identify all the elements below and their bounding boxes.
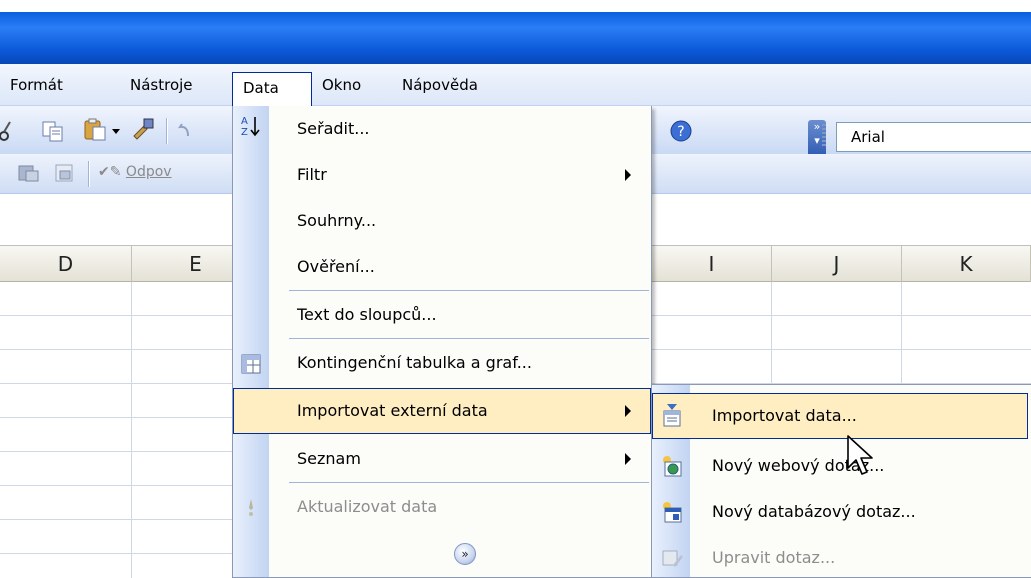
import-external-data-submenu: Importovat data... Nový webový dotaz... … <box>651 384 1031 578</box>
menu-napoveda[interactable]: Nápověda <box>398 74 482 98</box>
menu-item-label: Souhrny... <box>297 211 377 230</box>
data-menu: A Z Seřadit... Filtr Souhrny... Ověření.… <box>232 106 652 578</box>
menu-separator <box>289 338 649 339</box>
expand-menu-chevron-icon[interactable]: » <box>454 543 476 565</box>
submenu-item-novy-webovy-dotaz[interactable]: Nový webový dotaz... <box>652 443 1030 489</box>
import-data-icon <box>663 404 681 427</box>
menu-item-kontingencni-tabulka[interactable]: Kontingenční tabulka a graf... <box>233 340 651 386</box>
reply-changes-icon: ✔✎ <box>98 164 122 180</box>
edit-query-icon <box>662 550 683 567</box>
database-query-icon <box>663 502 682 523</box>
web-query-icon <box>663 456 682 477</box>
submenu-item-label: Importovat data... <box>712 406 857 425</box>
submenu-item-label: Upravit dotaz... <box>712 548 836 567</box>
menu-item-seznam[interactable]: Seznam <box>233 436 651 482</box>
column-header-i[interactable]: I <box>652 246 772 282</box>
protect-sheet-icon[interactable] <box>52 161 78 187</box>
copy-icon[interactable] <box>40 118 66 144</box>
font-name-field[interactable]: Arial <box>836 122 1031 152</box>
mouse-pointer-icon <box>847 435 873 475</box>
menu-item-label: Aktualizovat data <box>297 497 438 516</box>
column-header-d[interactable]: D <box>0 246 132 282</box>
help-icon[interactable]: ? <box>668 118 694 144</box>
menu-item-importovat-externi-data[interactable]: Importovat externí data <box>233 388 651 434</box>
menu-separator <box>289 290 649 291</box>
svg-text:Z: Z <box>241 127 248 138</box>
paste-dropdown-icon[interactable] <box>110 118 122 144</box>
refresh-icon <box>249 499 253 516</box>
menu-item-label: Kontingenční tabulka a graf... <box>297 353 532 372</box>
submenu-arrow-icon <box>625 169 631 181</box>
menu-okno[interactable]: Okno <box>318 74 365 98</box>
grid-column-line <box>131 282 132 578</box>
column-header-k[interactable]: K <box>902 246 1031 282</box>
reply-changes-label: Odpov <box>125 164 172 180</box>
menu-item-label: Importovat externí data <box>297 401 488 420</box>
menu-item-label: Seřadit... <box>297 119 370 138</box>
svg-text:?: ? <box>677 124 684 140</box>
menu-nastroje[interactable]: Nástroje <box>126 74 197 98</box>
submenu-item-upravit-dotaz[interactable]: Upravit dotaz... <box>652 535 1030 578</box>
menu-item-overeni[interactable]: Ověření... <box>233 244 651 290</box>
submenu-item-novy-databazovy-dotaz[interactable]: Nový databázový dotaz... <box>652 489 1030 535</box>
menu-item-label: Text do sloupců... <box>297 305 437 324</box>
cut-icon[interactable] <box>0 118 16 144</box>
title-bar-fill <box>0 12 1031 64</box>
undo-icon[interactable] <box>176 118 192 144</box>
submenu-item-label: Nový databázový dotaz... <box>712 502 916 521</box>
svg-text:A: A <box>241 116 248 127</box>
track-changes-icon[interactable] <box>16 161 42 187</box>
menu-item-label: Ověření... <box>297 257 375 276</box>
submenu-arrow-icon <box>625 453 631 465</box>
reply-with-changes-button[interactable]: ✔✎ Odpov <box>98 164 172 180</box>
submenu-arrow-icon <box>625 405 631 417</box>
toolbar-separator <box>88 161 90 187</box>
menu-item-label: Filtr <box>297 165 327 184</box>
sort-az-icon: A Z <box>241 116 260 138</box>
menu-item-souhrny[interactable]: Souhrny... <box>233 198 651 244</box>
menu-item-seradit[interactable]: A Z Seřadit... <box>233 106 651 152</box>
menu-item-filtr[interactable]: Filtr <box>233 152 651 198</box>
column-header-j[interactable]: J <box>772 246 902 282</box>
menu-format[interactable]: Formát <box>6 74 67 98</box>
title-bar <box>0 0 1031 64</box>
menu-data[interactable]: Data <box>232 72 312 106</box>
menu-item-text-do-sloupcu[interactable]: Text do sloupců... <box>233 292 651 338</box>
toolbar-separator <box>166 118 168 144</box>
menu-item-label: Seznam <box>297 449 361 468</box>
submenu-item-importovat-data[interactable]: Importovat data... <box>652 393 1028 439</box>
format-painter-icon[interactable] <box>130 116 156 142</box>
menu-item-aktualizovat-data[interactable]: Aktualizovat data <box>233 484 651 530</box>
menu-separator <box>289 482 649 483</box>
menu-bar: Formát Nástroje Data Okno Nápověda <box>0 64 1031 106</box>
paste-icon[interactable] <box>82 116 108 142</box>
pivot-table-icon <box>241 354 261 374</box>
toolbar-grip <box>822 124 826 148</box>
